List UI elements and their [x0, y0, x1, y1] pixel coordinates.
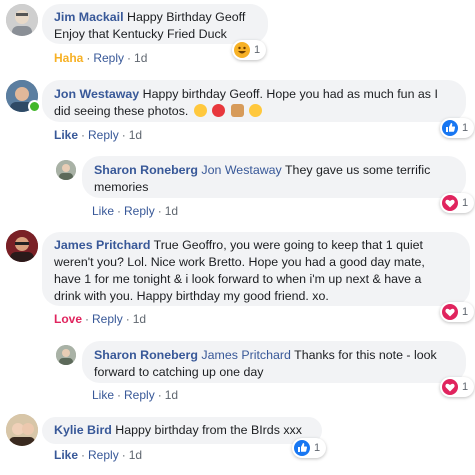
comment-text: Happy birthday Geoff. Hope you had as mu… [142, 87, 438, 101]
separator: · [157, 204, 162, 218]
comment-actions: Like · Reply · 1d [54, 128, 142, 142]
haha-reaction-icon [234, 42, 250, 58]
comment-text: did seeing these photos. [54, 104, 189, 118]
reaction-count: 1 [462, 381, 469, 393]
reaction-count-badge[interactable]: 1 [440, 193, 475, 213]
person-photo-icon [56, 345, 76, 365]
separator: · [81, 448, 86, 462]
like-reaction-icon [442, 120, 458, 136]
timestamp[interactable]: 1d [165, 388, 178, 402]
reply-button[interactable]: Reply [88, 448, 119, 462]
separator: · [121, 128, 126, 142]
love-reaction-icon [442, 195, 458, 211]
comment-author[interactable]: Sharon Roneberg [94, 163, 198, 177]
separator: · [85, 312, 90, 326]
comment-text: weren't you? Lol. Nice work Bretto. Hope… [54, 255, 425, 269]
reaction-count-badge[interactable]: 1 [440, 118, 475, 138]
reaction-count: 1 [462, 197, 469, 209]
reply-bubble: Sharon Roneberg James Pritchard Thanks f… [82, 341, 466, 383]
hugging-face-emoji-icon [249, 104, 263, 117]
reaction-count: 1 [254, 44, 261, 56]
reaction-count-badge[interactable]: 1 [292, 438, 327, 458]
avatar-sharon-roneberg[interactable] [56, 160, 76, 180]
timestamp[interactable]: 1d [165, 204, 178, 218]
love-reaction-icon [442, 304, 458, 320]
timestamp[interactable]: 1d [134, 51, 147, 65]
haha-button[interactable]: Haha [54, 51, 83, 65]
comment-text: Thanks for this note - look [294, 348, 437, 362]
comment-text: forward to catching up one day [94, 365, 264, 379]
person-photo-icon [6, 4, 38, 36]
comment-author[interactable]: Jon Westaway [54, 87, 139, 101]
comment-bubble: James Pritchard True Geoffro, you were g… [42, 232, 470, 306]
separator: · [157, 388, 162, 402]
reaction-count: 1 [462, 122, 469, 134]
like-button[interactable]: Like [54, 128, 78, 142]
love-reaction-icon [442, 379, 458, 395]
comment-author[interactable]: James Pritchard [54, 238, 150, 252]
comment-text: Happy birthday from the BIrds xxx [115, 423, 302, 437]
reply-button[interactable]: Reply [92, 312, 123, 326]
separator: · [117, 388, 122, 402]
avatar-jim-mackail[interactable] [6, 4, 38, 36]
separator: · [86, 51, 91, 65]
birthday-cake-emoji-icon [230, 104, 244, 117]
comment-actions: Haha · Reply · 1d [54, 51, 147, 65]
person-photo-icon [6, 230, 38, 262]
comment-bubble: Jon Westaway Happy birthday Geoff. Hope … [42, 80, 466, 122]
separator: · [117, 204, 122, 218]
avatar-sharon-roneberg[interactable] [56, 345, 76, 365]
reaction-count: 1 [462, 306, 469, 318]
avatar-james-pritchard[interactable] [6, 230, 38, 262]
comment-text: memories [94, 180, 149, 194]
reply-button[interactable]: Reply [124, 388, 155, 402]
separator: · [81, 128, 86, 142]
separator: · [125, 312, 130, 326]
reply-bubble: Sharon Roneberg Jon Westaway They gave u… [82, 156, 466, 198]
like-button[interactable]: Like [92, 388, 114, 402]
reaction-count-badge[interactable]: 1 [232, 40, 267, 60]
comment-text: drink with you. Happy birthday my good f… [54, 289, 329, 303]
person-photo-icon [6, 414, 38, 446]
separator: · [121, 448, 126, 462]
comment-actions: Like · Reply · 1d [54, 448, 142, 462]
love-button[interactable]: Love [54, 312, 82, 326]
online-status-indicator [28, 100, 41, 113]
like-button[interactable]: Like [54, 448, 78, 462]
comment-text: have 1 for me tonight & i look forward t… [54, 272, 422, 286]
comment-bubble: Kylie Bird Happy birthday from the BIrds… [42, 417, 322, 444]
comment-author[interactable]: Jim Mackail [54, 10, 124, 24]
timestamp[interactable]: 1d [133, 312, 146, 326]
party-face-emoji-icon [193, 104, 207, 117]
reaction-count-badge[interactable]: 1 [440, 302, 475, 322]
reaction-count: 1 [314, 442, 321, 454]
comment-bubble: Jim Mackail Happy Birthday Geoff Enjoy t… [42, 4, 268, 44]
comment-text: True Geoffro, you were going to keep tha… [153, 238, 423, 252]
comment-text: Enjoy that Kentucky Fried Duck [54, 27, 227, 41]
mention-link[interactable]: James Pritchard [201, 348, 291, 362]
comment-text: Happy Birthday Geoff [127, 10, 246, 24]
like-button[interactable]: Like [92, 204, 114, 218]
reply-button[interactable]: Reply [88, 128, 119, 142]
comment-actions: Like · Reply · 1d [92, 388, 178, 402]
person-photo-icon [56, 160, 76, 180]
reaction-count-badge[interactable]: 1 [440, 377, 475, 397]
reply-button[interactable]: Reply [124, 204, 155, 218]
balloon-emoji-icon [212, 104, 226, 117]
like-reaction-icon [294, 440, 310, 456]
timestamp[interactable]: 1d [129, 448, 142, 462]
avatar-kylie-bird[interactable] [6, 414, 38, 446]
reply-button[interactable]: Reply [93, 51, 124, 65]
comment-author[interactable]: Kylie Bird [54, 423, 112, 437]
mention-link[interactable]: Jon Westaway [201, 163, 281, 177]
comment-author[interactable]: Sharon Roneberg [94, 348, 198, 362]
comment-actions: Like · Reply · 1d [92, 204, 178, 218]
timestamp[interactable]: 1d [129, 128, 142, 142]
comment-actions: Love · Reply · 1d [54, 312, 146, 326]
comment-text: They gave us some terrific [284, 163, 431, 177]
separator: · [127, 51, 132, 65]
